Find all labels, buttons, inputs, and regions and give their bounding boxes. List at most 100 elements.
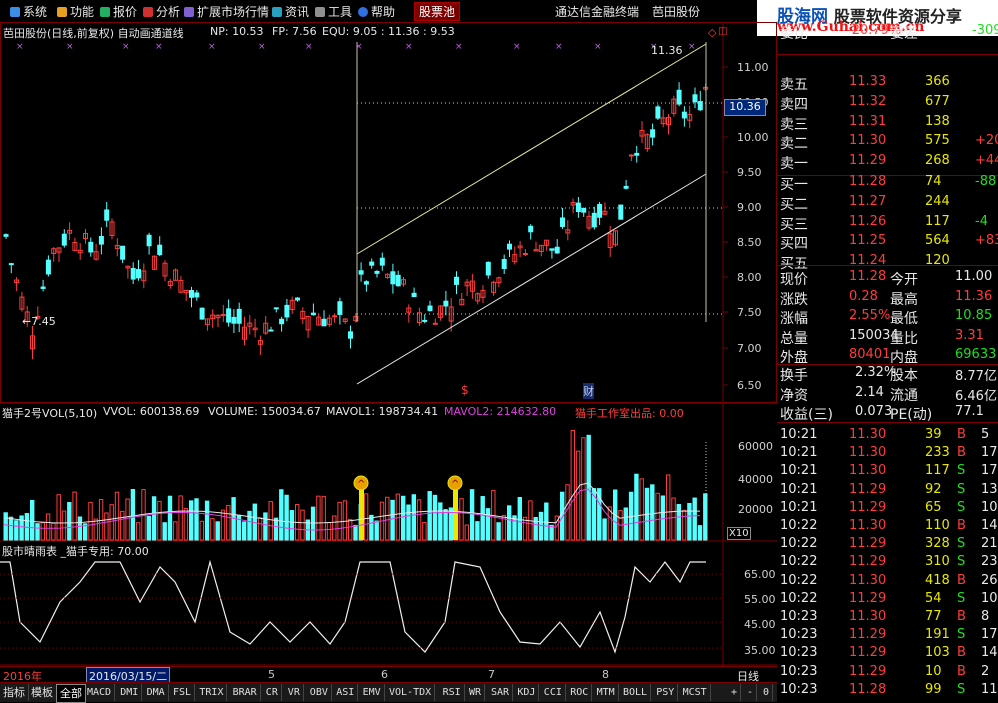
candle-body — [61, 233, 67, 246]
barometer-line — [0, 559, 706, 654]
tab-指标[interactable]: 指标 — [0, 684, 29, 701]
tab-cr[interactable]: CR — [263, 684, 282, 701]
tab-kdj[interactable]: KDJ — [514, 684, 540, 701]
tab-control-1[interactable]: - — [744, 684, 758, 701]
buy-level-row-cell: 564 — [925, 233, 950, 249]
candle-body — [321, 318, 327, 327]
menu-quote[interactable]: 报价 — [100, 3, 137, 20]
price-candles — [3, 82, 709, 360]
buy-level-row-cell: 117 — [925, 213, 950, 229]
tab-roc[interactable]: ROC — [567, 684, 593, 701]
menu-news[interactable]: 资讯 — [272, 3, 309, 20]
volume-bar — [650, 484, 655, 541]
volume-bar — [109, 504, 114, 541]
volume-bar — [342, 500, 348, 541]
tab-mcst[interactable]: MCST — [680, 684, 711, 701]
chart-area[interactable]: ^^ ××××××××××××××× 11.0010.5010.009.509.… — [0, 22, 777, 666]
volume-bar — [157, 500, 162, 541]
tab-dmi[interactable]: DMI — [117, 684, 143, 701]
tick-row-cell: 26 — [981, 572, 998, 588]
event-marker-finance[interactable]: 财 — [583, 383, 594, 399]
menu-analysis[interactable]: 分析 — [143, 3, 180, 20]
tick-row-cell: 17 — [981, 445, 998, 461]
tab-emv[interactable]: EMV — [360, 684, 385, 701]
tick-row-cell: 23 — [981, 554, 998, 570]
tab-trix[interactable]: TRIX — [196, 684, 228, 701]
tab-全部[interactable]: 全部 — [56, 684, 86, 703]
volume-bar — [215, 521, 220, 541]
menu-stock-pool[interactable]: 股票池 — [414, 2, 461, 21]
volume-value: VOLUME: 150034.67 — [208, 405, 321, 418]
volume-bar — [189, 500, 194, 541]
buy-level-row-cell: 244 — [925, 193, 950, 209]
volume-bar — [45, 513, 51, 541]
candle-body — [279, 318, 285, 325]
tab-control-2[interactable]: 0 — [760, 684, 774, 701]
signal-marker: × — [688, 42, 696, 52]
tab-dma[interactable]: DMA — [144, 684, 169, 701]
price-axis-label: 9.50 — [737, 166, 762, 179]
diamond-icon[interactable]: ◇ — [708, 26, 716, 39]
tab-rsi[interactable]: RSI — [440, 684, 465, 701]
tab-vr[interactable]: VR — [285, 684, 304, 701]
tab-wr[interactable]: WR — [466, 684, 486, 701]
candle-body — [45, 259, 51, 275]
candle-body — [295, 297, 300, 301]
indicator-tabs: 指标 模板 全部 MACD DMI DMA FSL TRIX BRAR CR VR OBV ASI EMV… — [0, 682, 777, 703]
price-axis-label: 7.00 — [737, 342, 762, 355]
stat-row-cell: 80401 — [849, 347, 891, 362]
candle-body — [522, 253, 528, 256]
volume-bar — [183, 508, 189, 541]
volume-bar — [120, 510, 125, 541]
tick-row-cell: 11.29 — [849, 536, 887, 552]
candle-body — [98, 235, 104, 245]
tab-sar[interactable]: SAR — [488, 684, 514, 701]
menu-extended-market[interactable]: 扩展市场行情 — [184, 3, 269, 20]
menu-tools[interactable]: 工具 — [315, 3, 352, 20]
tab-vol-tdx[interactable]: VOL-TDX — [386, 684, 436, 701]
fp-value: FP: 7.56 — [272, 25, 317, 38]
tab-control-0[interactable]: + — [728, 684, 742, 701]
y-axis-labels: 11.0010.5010.009.509.008.508.007.507.006… — [723, 61, 776, 657]
candle-body — [575, 202, 581, 213]
menu-system[interactable]: 系统 — [10, 3, 47, 20]
event-marker-s[interactable]: $ — [461, 383, 469, 397]
price-axis-label: 7.50 — [737, 306, 762, 319]
menu-function[interactable]: 功能 — [57, 3, 94, 20]
tick-row-cell: 11.28 — [849, 681, 887, 697]
tab-asi[interactable]: ASI — [333, 684, 359, 701]
tab-cci[interactable]: CCI — [541, 684, 566, 701]
volume-bar — [692, 497, 697, 541]
candle-body — [395, 274, 401, 287]
tab-obv[interactable]: OBV — [307, 684, 332, 701]
candle-body — [88, 241, 94, 253]
volume-bar — [310, 506, 316, 541]
tab-fsl[interactable]: FSL — [170, 684, 196, 701]
menu-help[interactable]: 帮助 — [358, 3, 395, 20]
tab-模板[interactable]: 模板 — [28, 684, 57, 701]
volume-bar — [469, 489, 475, 541]
volume-bar — [173, 521, 178, 541]
tick-row-cell: S — [957, 681, 966, 697]
tab-brar[interactable]: BRAR — [230, 684, 261, 701]
candle-body — [560, 217, 565, 227]
tick-row-cell: 10 — [981, 590, 998, 606]
tab-mtm[interactable]: MTM — [594, 684, 619, 701]
buy-level-row-cell: 11.25 — [849, 233, 887, 249]
tick-row: 10:22 11.29 310 S 23 — [777, 553, 998, 572]
volume-bar — [67, 502, 72, 541]
volume-bar — [634, 473, 639, 541]
low-label: ←7.45 — [22, 315, 56, 328]
tick-row-cell: 11.29 — [849, 554, 887, 570]
stat-row-cell: 6.46亿 — [955, 388, 997, 404]
volume-bar — [14, 520, 19, 541]
window-restore-icon[interactable]: ◫ — [718, 26, 727, 37]
tab-macd[interactable]: MACD — [84, 684, 116, 701]
stat-row-cell: 总量 — [780, 330, 808, 347]
channel-upper-line — [356, 43, 707, 255]
volume-bar — [263, 512, 268, 541]
candle-body — [597, 204, 603, 218]
candle-body — [379, 257, 385, 266]
tab-boll[interactable]: BOLL — [620, 684, 652, 701]
tab-psy[interactable]: PSY — [653, 684, 679, 701]
